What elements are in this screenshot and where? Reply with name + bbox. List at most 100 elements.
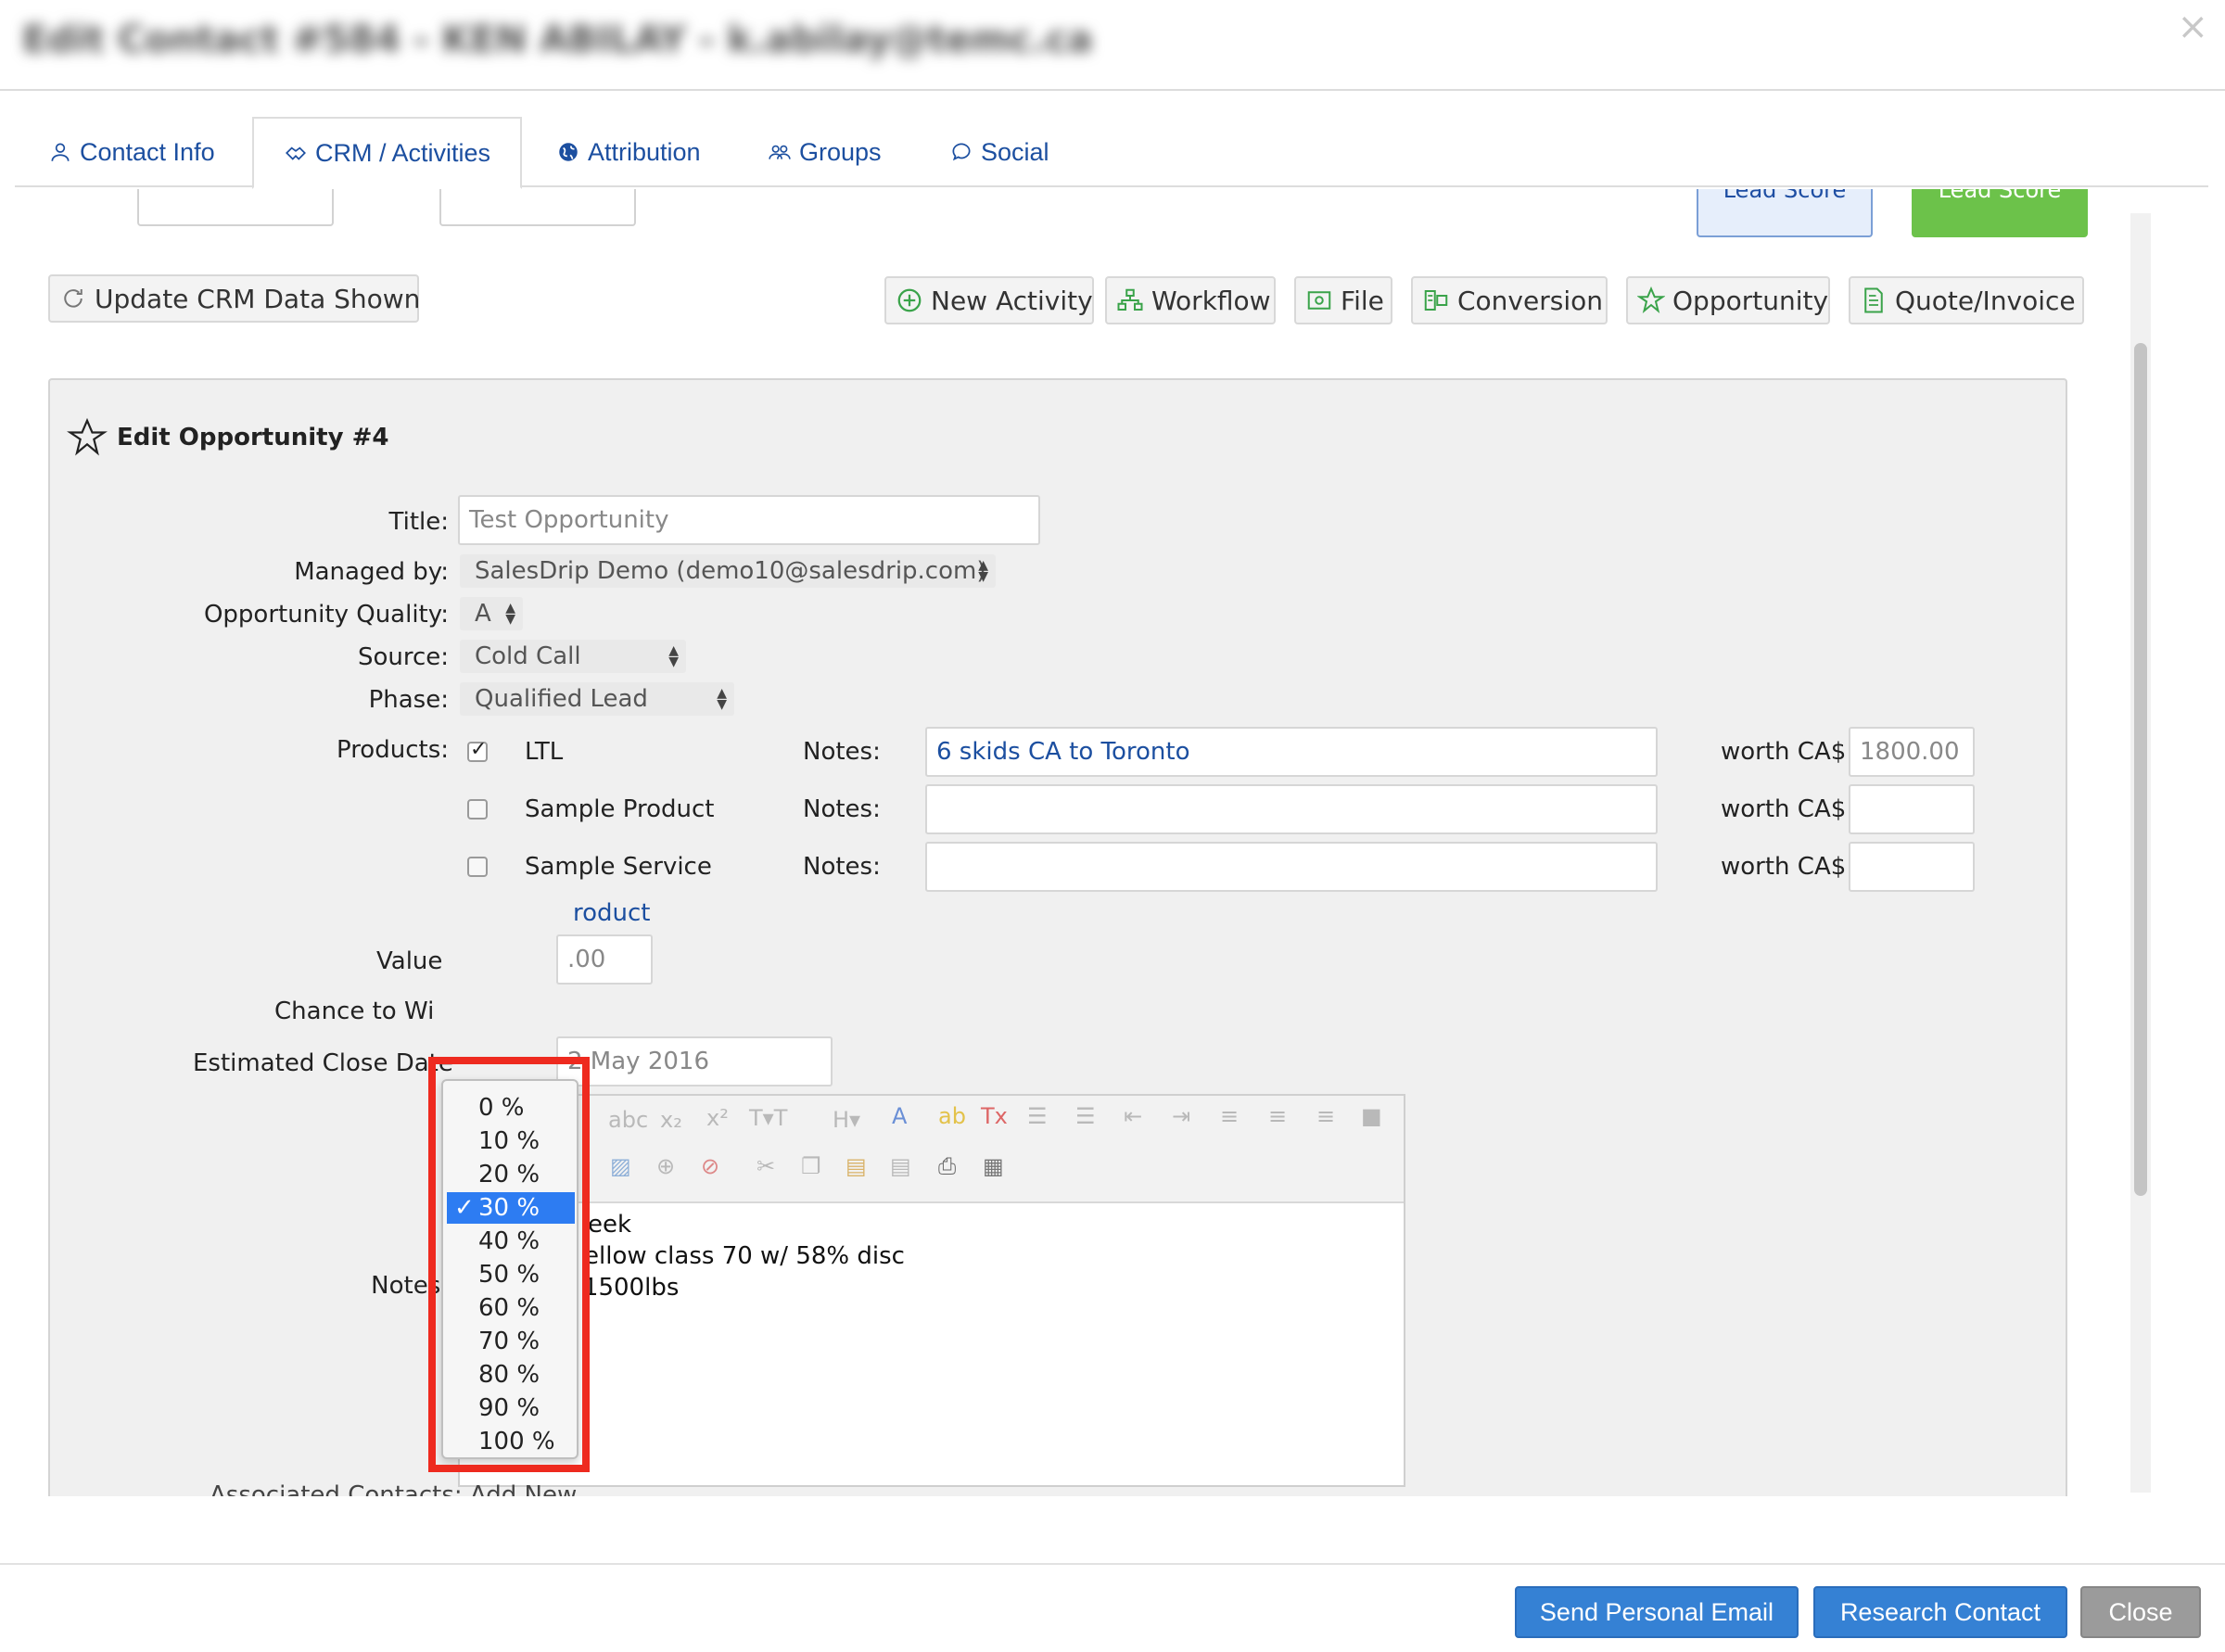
new-activity-button[interactable]: New Activity [884,276,1094,324]
star-icon [1637,286,1665,313]
unlink-icon[interactable]: ⊘ [701,1153,719,1179]
conversion-icon [1424,290,1448,311]
paste-text-icon[interactable]: ▤ [890,1153,911,1179]
tab-label: Attribution [588,137,701,166]
tab-bar: Contact Info CRM / Activities Attributio… [15,117,2208,189]
new-activity-label: New Activity [931,285,1093,316]
justify-icon[interactable]: ■ [1361,1103,1382,1129]
heading-icon[interactable]: H▾ [833,1107,860,1133]
workflow-label: Workflow [1151,285,1271,316]
field-partial[interactable] [439,189,636,226]
close-date-label: Estimated Close Date [193,1049,453,1077]
superscript-icon[interactable]: x² [706,1105,729,1131]
clear-format-icon[interactable]: Tx [981,1103,1008,1129]
select-arrows-icon: ▲ ▼ [978,558,988,584]
product-checkbox-sample-service[interactable] [467,857,488,877]
product-worth-input[interactable] [1849,842,1975,892]
text-color-icon[interactable]: A [892,1103,907,1129]
highlight-annotation-box [428,1057,590,1472]
close-icon[interactable]: × [2177,6,2208,48]
scrollbar[interactable] [2130,213,2151,1493]
date-field-partial[interactable] [137,189,334,226]
numbered-list-icon[interactable]: ☰ [1075,1103,1096,1129]
add-product-link[interactable]: roduct [573,899,651,927]
tab-contact-info[interactable]: Contact Info [48,117,215,187]
preview-icon[interactable]: ▦ [983,1153,1004,1179]
panel-title: Edit Opportunity #4 [117,424,389,451]
copy-icon[interactable]: ❐ [801,1153,821,1179]
subscript-icon[interactable]: x₂ [660,1107,682,1133]
worth-label: worth CA$ [1721,795,1847,823]
add-activity-icon [897,288,922,312]
lead-score-button[interactable]: Lead Score [1697,189,1873,237]
product-worth-input[interactable]: 1800.00 [1849,727,1975,777]
products-label: Products: [336,736,449,764]
star-outline-icon [67,417,108,456]
workflow-icon [1117,288,1143,311]
managed-by-select[interactable]: SalesDrip Demo (demo10@salesdrip.com) ▲ ▼ [460,554,996,588]
paste-icon[interactable]: ▤ [846,1153,867,1179]
cut-icon[interactable]: ✂ [756,1153,775,1179]
close-button[interactable]: Close [2080,1586,2201,1638]
strikethrough-icon[interactable]: abc [608,1107,648,1133]
editor-toolbar: abc x₂ x² T▾T H▾ A ab Tx ☰ ☰ ⇤ ⇥ ≡ ≡ ≡ ■… [460,1096,1404,1203]
product-notes-input[interactable] [925,784,1658,834]
quality-value: A [475,600,491,628]
image-icon[interactable]: ▨ [610,1153,631,1179]
tab-label: CRM / Activities [315,138,491,167]
align-left-icon[interactable]: ≡ [1220,1103,1239,1129]
scroll-thumb[interactable] [2134,343,2147,1196]
quote-invoice-button[interactable]: Quote/Invoice [1849,276,2084,324]
value-label: Value [376,947,443,975]
close-date-input[interactable]: 2 May 2016 [556,1036,833,1087]
opportunity-label: Opportunity [1672,285,1829,316]
modal-header: Edit Contact #584 - KEN ABILAY - k.abila… [0,0,2225,91]
tab-label: Groups [799,137,882,166]
notes-editor[interactable]: abc x₂ x² T▾T H▾ A ab Tx ☰ ☰ ⇤ ⇥ ≡ ≡ ≡ ■… [458,1094,1405,1487]
lead-score-button-green[interactable]: Lead Score [1912,189,2088,237]
product-name: Sample Product [525,795,715,823]
tab-crm-activities[interactable]: CRM / Activities [252,117,523,189]
align-right-icon[interactable]: ≡ [1316,1103,1335,1129]
product-checkbox-ltl[interactable] [467,738,488,762]
opportunity-button[interactable]: Opportunity [1626,276,1830,324]
link-icon[interactable]: ⊕ [656,1153,675,1179]
phase-select[interactable]: Qualified Lead ▲ ▼ [460,682,734,716]
conversion-button[interactable]: Conversion [1411,276,1608,324]
tab-social[interactable]: Social [949,117,1049,187]
quality-label: Opportunity Quality: [203,601,449,629]
globe-icon [559,143,578,161]
title-input[interactable]: Test Opportunity [458,495,1040,545]
bullet-list-icon[interactable]: ☰ [1027,1103,1048,1129]
notes-label: Notes: [803,795,881,823]
source-select[interactable]: Cold Call ▲ ▼ [460,640,686,673]
research-contact-button[interactable]: Research Contact [1813,1586,2067,1638]
managed-by-value: SalesDrip Demo (demo10@salesdrip.com) [475,557,986,585]
align-center-icon[interactable]: ≡ [1268,1103,1287,1129]
select-arrows-icon: ▲ ▼ [717,686,727,712]
managed-by-label: Managed by: [294,558,449,586]
value-input[interactable]: .00 [556,934,653,985]
quality-select[interactable]: A ▲ ▼ [460,597,523,630]
send-personal-email-button[interactable]: Send Personal Email [1515,1586,1799,1638]
product-notes-input[interactable] [925,842,1658,892]
file-button[interactable]: File [1294,276,1392,324]
product-notes-input[interactable]: 6 skids CA to Toronto [925,727,1658,777]
product-checkbox-sample-product[interactable] [467,799,488,820]
update-crm-button[interactable]: Update CRM Data Shown [48,274,420,323]
source-label: Source: [357,643,449,671]
tab-groups[interactable]: Groups [768,117,882,187]
outdent-icon[interactable]: ⇤ [1124,1103,1142,1129]
workflow-button[interactable]: Workflow [1105,276,1276,324]
file-label: File [1341,285,1384,316]
associated-contacts-partial: Associated Contacts: Add New [210,1481,578,1496]
tab-attribution[interactable]: Attribution [556,117,701,187]
font-size-icon[interactable]: T▾T [749,1105,787,1131]
product-worth-input[interactable] [1849,784,1975,834]
chance-to-win-label: Chance to Wi [274,998,435,1025]
notes-label: Notes: [803,853,881,881]
indent-icon[interactable]: ⇥ [1172,1103,1190,1129]
highlight-icon[interactable]: ab [938,1103,966,1129]
quote-invoice-label: Quote/Invoice [1895,285,2076,316]
print-icon[interactable]: ⎙ [938,1153,956,1179]
